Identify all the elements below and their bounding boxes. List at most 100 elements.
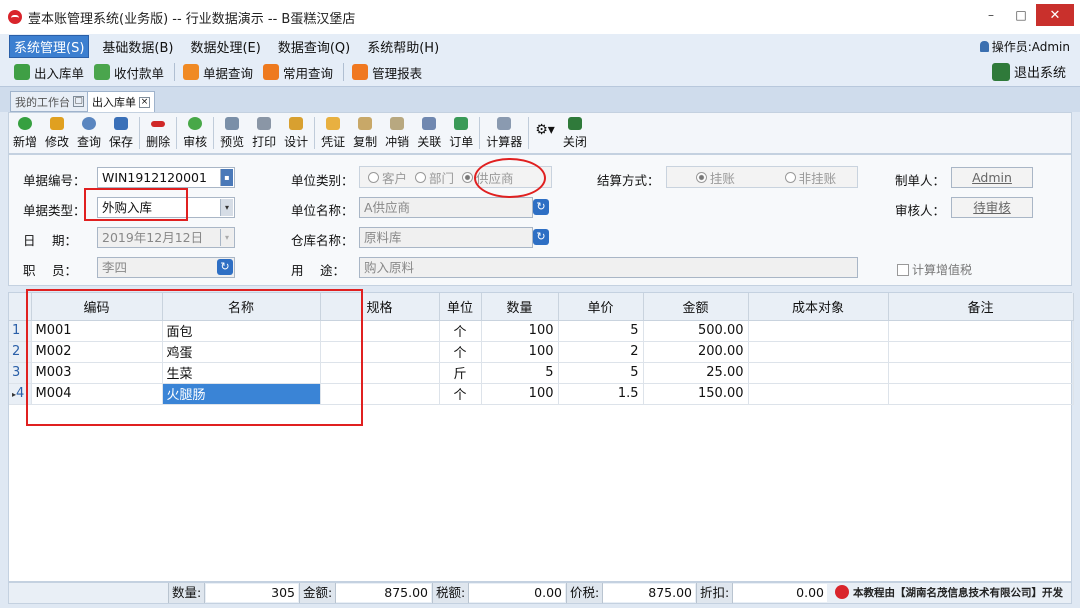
calculator-button[interactable]: 计算器 [486, 117, 522, 150]
menu-data-processing[interactable]: 数据处理(E) [186, 36, 264, 57]
search-button[interactable]: 查询 [77, 117, 101, 150]
minimize-button[interactable]: – [976, 4, 1006, 26]
staff-field[interactable]: 李四 [97, 257, 235, 278]
column-header[interactable]: 单位 [439, 293, 482, 321]
delete-button[interactable]: 删除 [146, 117, 170, 150]
toolbar-divider [174, 63, 176, 81]
cell-price[interactable]: 2 [558, 341, 644, 363]
save-button[interactable]: 保存 [109, 117, 133, 150]
maker-label: 制单人： [895, 173, 946, 188]
date-label: 日 期： [23, 233, 77, 248]
cell-price[interactable]: 5 [558, 362, 644, 384]
menu-data-query[interactable]: 数据查询(Q) [274, 36, 354, 57]
unit-name-field[interactable]: A供应商 [359, 197, 533, 218]
cell-cost-object[interactable] [748, 341, 889, 363]
cell-cost-object[interactable] [748, 320, 889, 342]
column-header[interactable]: 金额 [643, 293, 749, 321]
warehouse-label: 仓库名称： [291, 233, 354, 248]
reverse-button[interactable]: 冲销 [385, 117, 409, 150]
menu-basic-data[interactable]: 基础数据(B) [98, 36, 177, 57]
pencil-icon [50, 117, 65, 130]
cell-note[interactable] [888, 362, 1074, 384]
toolbar-divider [139, 117, 141, 149]
cell-amount[interactable]: 150.00 [643, 383, 749, 405]
column-header[interactable]: 备注 [888, 293, 1074, 321]
close-tab-icon[interactable]: × [139, 96, 150, 108]
window-title: 壹本账管理系统(业务版) -- 行业数据演示 -- B蛋糕汉堡店 [28, 11, 356, 27]
cell-unit[interactable]: 个 [439, 320, 482, 342]
cell-amount[interactable]: 200.00 [643, 341, 749, 363]
menu-system[interactable]: 系统管理(S) [9, 34, 90, 58]
chart-icon [263, 64, 280, 80]
print-button[interactable]: 打印 [252, 117, 276, 150]
radio-not-on-account[interactable]: 非挂账 [785, 168, 837, 187]
dropdown-icon[interactable]: ▪ [220, 169, 233, 186]
cell-price[interactable]: 5 [558, 320, 644, 342]
inout-doc-button[interactable]: 出入库单 [14, 63, 84, 82]
payment-doc-button[interactable]: 收付款单 [94, 63, 164, 82]
vat-checkbox[interactable]: 计算增值税 [897, 261, 972, 278]
cell-note[interactable] [888, 341, 1074, 363]
cell-amount[interactable]: 25.00 [643, 362, 749, 384]
radio-customer[interactable]: 客户 [368, 168, 407, 187]
audit-button[interactable]: 审核 [183, 117, 207, 150]
company-logo-icon [835, 585, 849, 599]
radio-on-account[interactable]: 挂账 [696, 168, 735, 187]
toolbar-divider [314, 117, 316, 149]
close-window-button[interactable]: ✕ [1036, 4, 1074, 26]
cell-unit[interactable]: 个 [439, 341, 482, 363]
cell-cost-object[interactable] [748, 383, 889, 405]
cell-unit[interactable]: 个 [439, 383, 482, 405]
purpose-field[interactable]: 购入原料 [359, 257, 858, 278]
doc-no-field[interactable]: WIN1912120001 ▪ [97, 167, 235, 188]
cell-qty[interactable]: 5 [481, 362, 559, 384]
cell-note[interactable] [888, 383, 1074, 405]
order-button[interactable]: 订单 [449, 117, 473, 150]
tab-inout-doc[interactable]: 出入库单 × [87, 91, 155, 112]
exit-system-button[interactable]: 退出系统 [991, 62, 1066, 81]
refresh-icon[interactable]: ↻ [217, 259, 233, 275]
column-header[interactable]: 数量 [481, 293, 559, 321]
cell-amount[interactable]: 500.00 [643, 320, 749, 342]
cell-qty[interactable]: 100 [481, 341, 559, 363]
cell-unit[interactable]: 斤 [439, 362, 482, 384]
copy-icon [358, 117, 373, 130]
discount-value: 0.00 [733, 584, 827, 602]
chevron-down-icon[interactable]: ▾ [220, 199, 233, 216]
staff-label: 职 员： [23, 263, 77, 278]
column-header[interactable]: 单价 [558, 293, 644, 321]
voucher-button[interactable]: 凭证 [321, 117, 345, 150]
close-button[interactable]: 关闭 [563, 117, 587, 150]
refresh-icon[interactable]: ↻ [533, 229, 549, 245]
menu-help[interactable]: 系统帮助(H) [363, 36, 443, 57]
settings-button[interactable]: ⚙▾ [535, 123, 555, 137]
common-query-button[interactable]: 常用查询 [263, 63, 333, 82]
edit-button[interactable]: 修改 [45, 117, 69, 150]
link-button[interactable]: 关联 [417, 117, 441, 150]
cell-qty[interactable]: 100 [481, 320, 559, 342]
cell-qty[interactable]: 100 [481, 383, 559, 405]
cell-cost-object[interactable] [748, 362, 889, 384]
reverse-icon [390, 117, 405, 130]
refresh-icon[interactable]: ↻ [533, 199, 549, 215]
design-button[interactable]: 设计 [284, 117, 308, 150]
copy-button[interactable]: 复制 [353, 117, 377, 150]
tab-workbench[interactable]: 我的工作台 ▢ [10, 91, 89, 112]
column-header[interactable]: 成本对象 [748, 293, 889, 321]
report-icon [352, 64, 369, 80]
link-icon [422, 117, 437, 130]
check-icon [188, 117, 203, 130]
cell-note[interactable] [888, 320, 1074, 342]
management-report-button[interactable]: 管理报表 [352, 63, 422, 82]
radio-department[interactable]: 部门 [415, 168, 454, 187]
date-field[interactable]: 2019年12月12日 ▾ [97, 227, 235, 248]
warehouse-field[interactable]: 原料库 [359, 227, 533, 248]
new-button[interactable]: 新增 [13, 117, 37, 150]
preview-button[interactable]: 预览 [220, 117, 244, 150]
cell-price[interactable]: 1.5 [558, 383, 644, 405]
maximize-button[interactable]: □ [1006, 4, 1036, 26]
doc-query-button[interactable]: 单据查询 [183, 63, 253, 82]
discount-label: 折扣: [696, 583, 734, 603]
calendar-icon[interactable]: ▾ [220, 229, 233, 246]
unit-name-label: 单位名称： [291, 203, 354, 218]
